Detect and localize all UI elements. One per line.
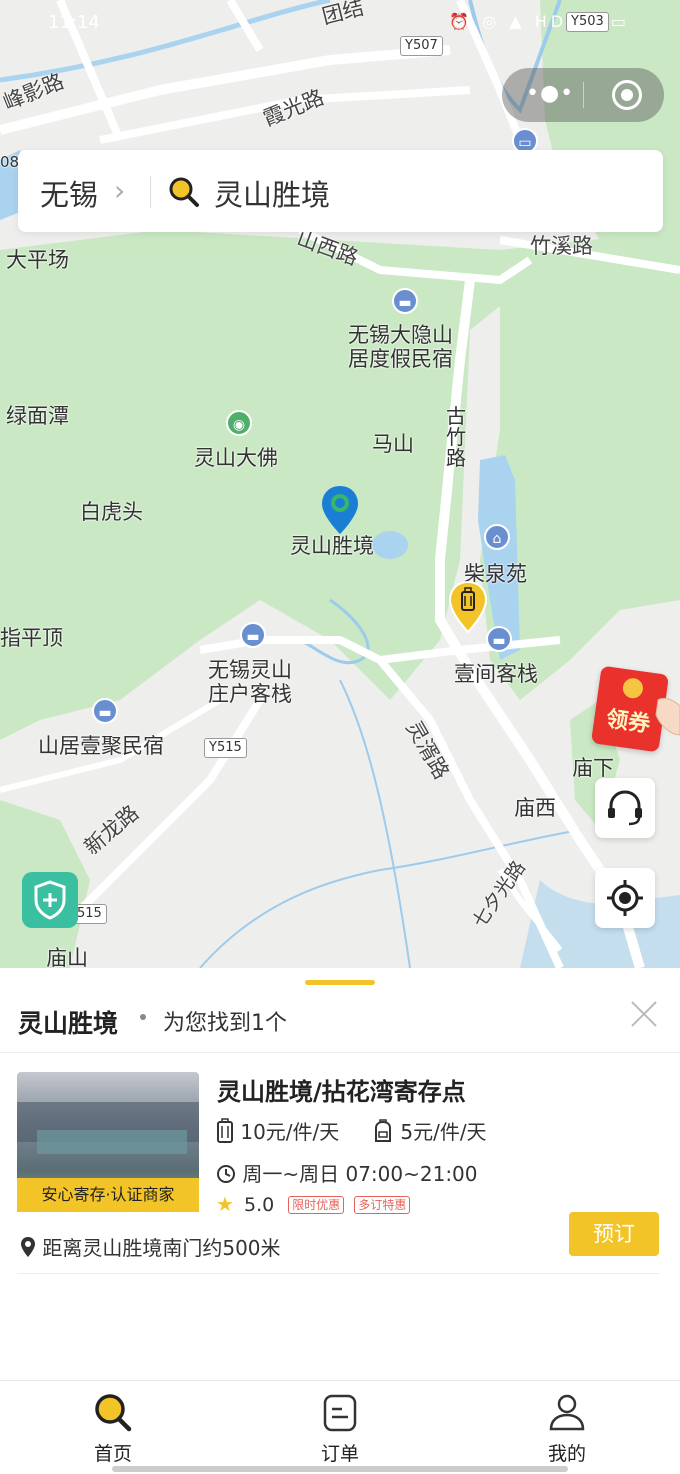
crosshair-icon: [607, 880, 643, 916]
tab-label: 首页: [93, 1443, 132, 1465]
order-icon: [323, 1394, 357, 1432]
safety-shield-button[interactable]: [22, 872, 78, 928]
map-label: 无锡大隐山 居度假民宿: [348, 323, 453, 372]
price-luggage: 10元/件/天: [240, 1120, 340, 1144]
map-view[interactable]: 11:14 ⏰ ◎ ▲ HD ▮▮ ▭ 团结 峰影路 霞光路 08 大平场 山西…: [0, 0, 680, 968]
customer-service-button[interactable]: [595, 778, 655, 838]
road-sign: Y515: [204, 738, 247, 758]
star-icon: ★: [216, 1192, 234, 1216]
map-label: 竹溪路: [530, 234, 593, 258]
promo-tag: 多订特惠: [354, 1196, 411, 1214]
store-name: 灵山胜境/拈花湾寄存点: [217, 1078, 466, 1106]
map-label: 壹间客栈: [454, 662, 538, 686]
map-label: 灵山大佛: [194, 446, 278, 470]
results-sheet: 灵山胜境 为您找到1个 安心寄存·认证商家 灵山胜境/拈花湾寄存点 10元/件/…: [0, 968, 680, 1380]
hours-text: 周一~周日 07:00~21:00: [242, 1162, 478, 1186]
suitcase-icon: [217, 1118, 233, 1143]
scenic-icon: ◉: [226, 410, 252, 436]
hotel-icon: ▬: [486, 626, 512, 652]
map-label: 08: [0, 153, 20, 171]
tab-profile[interactable]: 我的: [507, 1391, 627, 1466]
city-selector[interactable]: 无锡: [40, 172, 98, 214]
location-icon: [21, 1237, 35, 1257]
storage-point-pin-icon[interactable]: [448, 580, 488, 634]
house-icon: ⌂: [484, 524, 510, 550]
rating-row: ★ 5.0 限时优惠 多订特惠: [216, 1192, 411, 1216]
tab-home[interactable]: 首页: [53, 1391, 173, 1466]
distance-row: 距离灵山胜境南门约500米: [20, 1232, 281, 1261]
map-label: 庙西: [514, 796, 556, 820]
miniprogram-capsule: •●•: [502, 68, 664, 122]
backpack-icon: [375, 1119, 391, 1142]
capsule-divider: [583, 82, 584, 108]
search-input[interactable]: 灵山胜境: [214, 172, 330, 214]
tab-orders[interactable]: 订单: [280, 1391, 400, 1466]
rating-value: 5.0: [243, 1194, 275, 1216]
distance-text: 距离灵山胜境南门约500米: [42, 1236, 281, 1260]
search-icon: [95, 1394, 132, 1432]
bottom-tab-bar: 首页 订单 我的: [0, 1380, 680, 1474]
status-time: 11:14: [48, 12, 100, 33]
map-label: 灵山胜境: [290, 534, 374, 558]
map-label: 古 竹 路: [446, 404, 466, 470]
sheet-handle[interactable]: [305, 980, 375, 985]
search-icon: [169, 177, 199, 207]
divider: [150, 176, 151, 208]
road-sign: Y503: [566, 12, 609, 32]
clock-icon: [217, 1165, 235, 1183]
shield-icon: [34, 880, 66, 920]
results-count: 为您找到1个: [163, 1011, 287, 1036]
close-icon[interactable]: [628, 998, 660, 1030]
hand-icon: [655, 697, 680, 736]
business-hours: 周一~周日 07:00~21:00: [216, 1158, 478, 1187]
map-label: 指平顶: [0, 626, 63, 650]
book-button[interactable]: 预订: [569, 1212, 659, 1256]
tab-label: 订单: [320, 1443, 359, 1465]
map-label: 庙下: [572, 756, 614, 780]
locate-me-button[interactable]: [595, 868, 655, 928]
hotel-icon: ▬: [92, 698, 118, 724]
separator-dot: [140, 1014, 146, 1020]
location-pin-icon[interactable]: [320, 484, 360, 536]
coin-icon: [621, 676, 645, 700]
map-label: 庙山: [46, 946, 88, 968]
user-icon: [549, 1394, 585, 1431]
home-indicator: [112, 1466, 568, 1472]
map-label: 绿面潭: [6, 404, 69, 428]
divider: [17, 1273, 660, 1274]
storage-result-card[interactable]: 安心寄存·认证商家 灵山胜境/拈花湾寄存点 10元/件/天 5元/件/天 周一~…: [0, 1054, 680, 1274]
map-label: 马山: [372, 432, 414, 456]
map-label: 白虎头: [80, 500, 143, 524]
chevron-right-icon[interactable]: ›: [114, 174, 125, 207]
certified-badge: 安心寄存·认证商家: [17, 1178, 199, 1212]
tab-label: 我的: [547, 1443, 586, 1465]
road-sign: Y507: [400, 36, 443, 56]
hotel-icon: ▬: [240, 622, 266, 648]
map-label: 大平场: [6, 248, 69, 272]
search-bar[interactable]: 无锡 › 灵山胜境: [18, 150, 663, 232]
price-bag: 5元/件/天: [400, 1120, 487, 1144]
target-icon[interactable]: [612, 80, 642, 110]
map-label: 山居壹聚民宿: [38, 734, 164, 758]
headset-icon: [608, 790, 642, 826]
map-label: 无锡灵山 庄户客栈: [208, 658, 292, 707]
more-dots-icon[interactable]: •●•: [526, 81, 574, 106]
hotel-icon: ▬: [392, 288, 418, 314]
divider: [0, 1052, 680, 1053]
promo-tag: 限时优惠: [288, 1196, 345, 1214]
results-title: 灵山胜境: [18, 1009, 119, 1038]
